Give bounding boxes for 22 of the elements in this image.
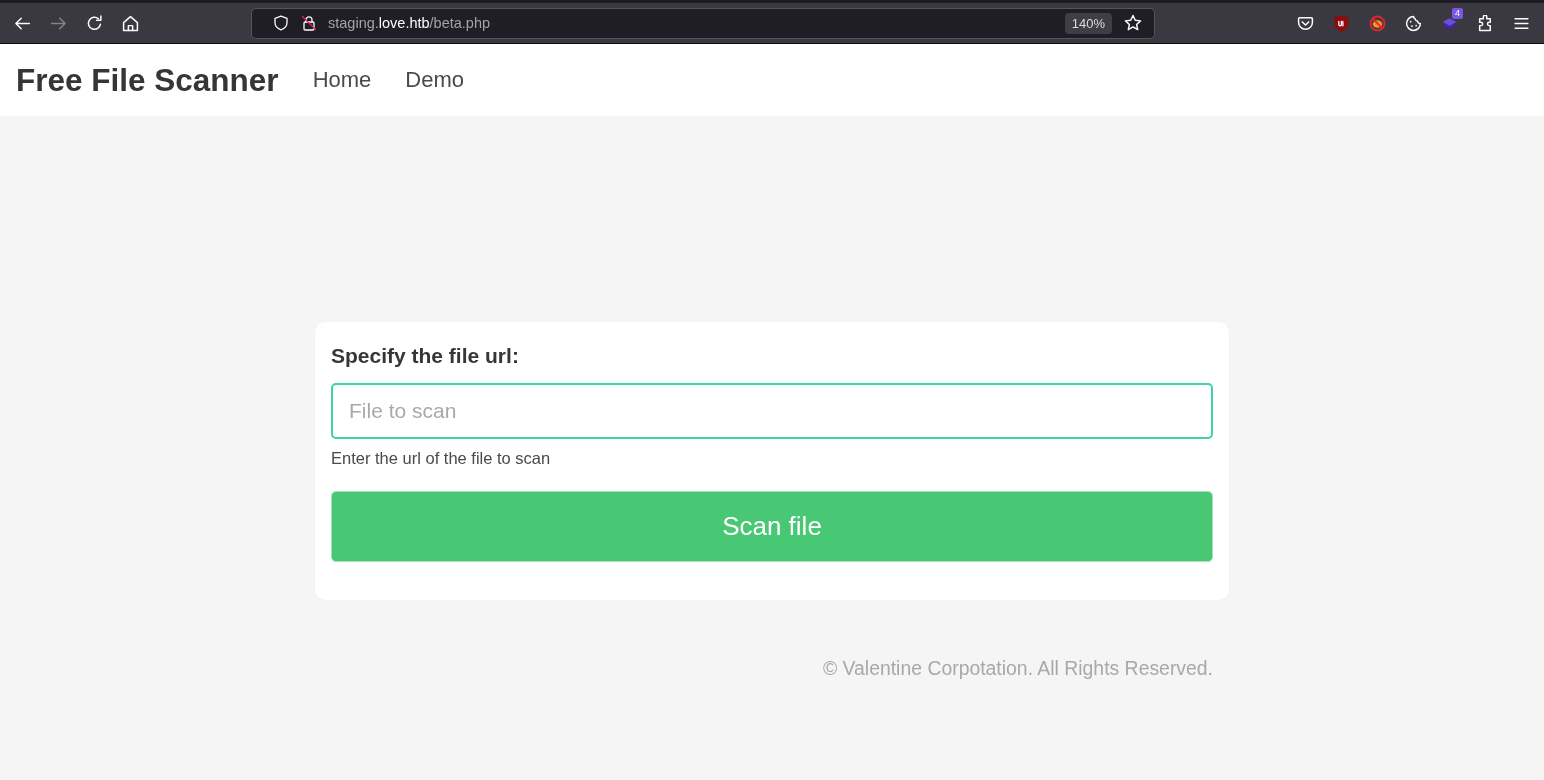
url-text[interactable]: staging.love.htb/beta.php: [328, 15, 491, 31]
badge-count: 4: [1452, 7, 1463, 19]
help-text: Enter the url of the file to scan: [331, 448, 551, 468]
nav-link[interactable]: Home: [312, 67, 372, 93]
puzzle-piece-icon[interactable]: [1477, 14, 1494, 32]
copyright-text: © Valentine Corpotation. All Rights Reserved.: [822, 656, 1213, 680]
star-icon[interactable]: [1124, 14, 1142, 32]
filled-shield-icon[interactable]: [1333, 14, 1350, 32]
brand-title[interactable]: Free File Scanner: [16, 61, 279, 99]
nav-link[interactable]: Demo: [405, 67, 464, 93]
crossed-lock-icon[interactable]: [301, 15, 317, 31]
zoom-level-button[interactable]: 140%: [1064, 12, 1112, 34]
prohibited-sign-icon[interactable]: [1369, 14, 1386, 32]
address-bar[interactable]: staging.love.htb/beta.php 140%: [251, 7, 1155, 39]
cookie-icon[interactable]: [1405, 14, 1422, 32]
shield-icon[interactable]: [273, 15, 289, 31]
pocket-icon[interactable]: [1297, 14, 1314, 32]
field-label: Specify the file url:: [331, 343, 519, 369]
url-input-field[interactable]: File to scan: [331, 383, 1213, 439]
reload-icon[interactable]: [86, 14, 103, 32]
left-arrow-icon[interactable]: [14, 14, 31, 32]
home-icon[interactable]: [122, 14, 139, 32]
